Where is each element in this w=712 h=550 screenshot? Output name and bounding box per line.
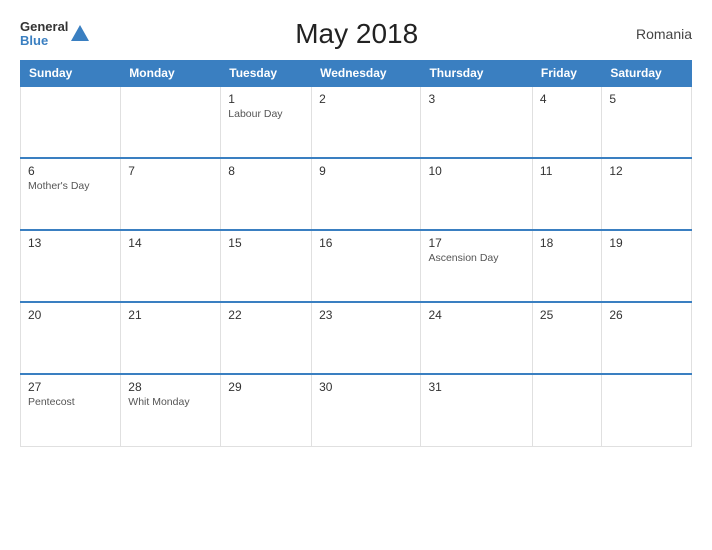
calendar-cell: 25 xyxy=(532,302,601,374)
calendar-cell: 12 xyxy=(602,158,692,230)
day-number: 5 xyxy=(609,92,684,106)
calendar-week-row: 13 14 15 16 17 Ascension Day 18 19 xyxy=(21,230,692,302)
calendar-cell: 17 Ascension Day xyxy=(421,230,532,302)
day-number: 18 xyxy=(540,236,594,250)
calendar-cell: 1 Labour Day xyxy=(221,86,312,158)
calendar-cell: 30 xyxy=(312,374,421,446)
col-sunday: Sunday xyxy=(21,61,121,87)
day-number: 13 xyxy=(28,236,113,250)
day-number: 27 xyxy=(28,380,113,394)
day-number: 11 xyxy=(540,164,594,178)
day-number: 30 xyxy=(319,380,413,394)
header: GeneralBlue May 2018 Romania xyxy=(20,18,692,50)
calendar-cell: 24 xyxy=(421,302,532,374)
calendar-cell: 22 xyxy=(221,302,312,374)
calendar-cell: 21 xyxy=(121,302,221,374)
day-number: 15 xyxy=(228,236,304,250)
calendar-cell: 18 xyxy=(532,230,601,302)
day-number: 1 xyxy=(228,92,304,106)
calendar-cell: 14 xyxy=(121,230,221,302)
day-number: 25 xyxy=(540,308,594,322)
col-wednesday: Wednesday xyxy=(312,61,421,87)
calendar-cell: 3 xyxy=(421,86,532,158)
calendar-cell: 15 xyxy=(221,230,312,302)
day-number: 28 xyxy=(128,380,213,394)
calendar-cell xyxy=(532,374,601,446)
day-number: 23 xyxy=(319,308,413,322)
calendar-cell: 28 Whit Monday xyxy=(121,374,221,446)
day-number: 6 xyxy=(28,164,113,178)
holiday-label: Whit Monday xyxy=(128,396,213,408)
calendar-header: Sunday Monday Tuesday Wednesday Thursday… xyxy=(21,61,692,87)
logo-blue-text: Blue xyxy=(20,33,48,48)
day-number: 9 xyxy=(319,164,413,178)
col-thursday: Thursday xyxy=(421,61,532,87)
day-number: 20 xyxy=(28,308,113,322)
day-number: 14 xyxy=(128,236,213,250)
calendar-cell: 6 Mother's Day xyxy=(21,158,121,230)
calendar-cell: 8 xyxy=(221,158,312,230)
logo-flag-icon xyxy=(69,23,91,45)
day-number: 4 xyxy=(540,92,594,106)
logo-text: GeneralBlue xyxy=(20,20,68,49)
day-number: 21 xyxy=(128,308,213,322)
day-number: 10 xyxy=(428,164,524,178)
day-number: 31 xyxy=(428,380,524,394)
holiday-label: Pentecost xyxy=(28,396,113,408)
calendar-cell: 16 xyxy=(312,230,421,302)
day-number: 3 xyxy=(428,92,524,106)
day-number: 24 xyxy=(428,308,524,322)
calendar-cell: 2 xyxy=(312,86,421,158)
calendar-title: May 2018 xyxy=(91,18,622,50)
calendar-cell: 26 xyxy=(602,302,692,374)
col-monday: Monday xyxy=(121,61,221,87)
calendar-cell: 20 xyxy=(21,302,121,374)
day-number: 29 xyxy=(228,380,304,394)
holiday-label: Ascension Day xyxy=(428,252,524,264)
logo: GeneralBlue xyxy=(20,20,91,49)
holiday-label: Mother's Day xyxy=(28,180,113,192)
calendar-cell: 29 xyxy=(221,374,312,446)
header-row: Sunday Monday Tuesday Wednesday Thursday… xyxy=(21,61,692,87)
calendar-week-row: 27 Pentecost 28 Whit Monday 29 30 31 xyxy=(21,374,692,446)
country-label: Romania xyxy=(622,26,692,42)
calendar-cell: 13 xyxy=(21,230,121,302)
calendar-table: Sunday Monday Tuesday Wednesday Thursday… xyxy=(20,60,692,447)
calendar-cell: 31 xyxy=(421,374,532,446)
day-number: 7 xyxy=(128,164,213,178)
calendar-body: 1Labour Day23456Mother's Day789101112131… xyxy=(21,86,692,446)
calendar-cell: 5 xyxy=(602,86,692,158)
calendar-cell: 4 xyxy=(532,86,601,158)
calendar-cell: 10 xyxy=(421,158,532,230)
col-tuesday: Tuesday xyxy=(221,61,312,87)
calendar-week-row: 1 Labour Day 2 3 4 5 xyxy=(21,86,692,158)
calendar-cell: 19 xyxy=(602,230,692,302)
day-number: 12 xyxy=(609,164,684,178)
day-number: 26 xyxy=(609,308,684,322)
calendar-cell xyxy=(602,374,692,446)
page: GeneralBlue May 2018 Romania Sunday Mond… xyxy=(0,0,712,550)
calendar-cell: 7 xyxy=(121,158,221,230)
calendar-week-row: 20 21 22 23 24 25 26 xyxy=(21,302,692,374)
day-number: 8 xyxy=(228,164,304,178)
day-number: 22 xyxy=(228,308,304,322)
calendar-cell xyxy=(21,86,121,158)
holiday-label: Labour Day xyxy=(228,108,304,120)
day-number: 16 xyxy=(319,236,413,250)
col-saturday: Saturday xyxy=(602,61,692,87)
calendar-week-row: 6 Mother's Day 7 8 9 10 11 12 xyxy=(21,158,692,230)
day-number: 17 xyxy=(428,236,524,250)
calendar-cell: 11 xyxy=(532,158,601,230)
calendar-cell: 9 xyxy=(312,158,421,230)
col-friday: Friday xyxy=(532,61,601,87)
calendar-cell: 27 Pentecost xyxy=(21,374,121,446)
day-number: 19 xyxy=(609,236,684,250)
calendar-cell: 23 xyxy=(312,302,421,374)
calendar-cell xyxy=(121,86,221,158)
day-number: 2 xyxy=(319,92,413,106)
